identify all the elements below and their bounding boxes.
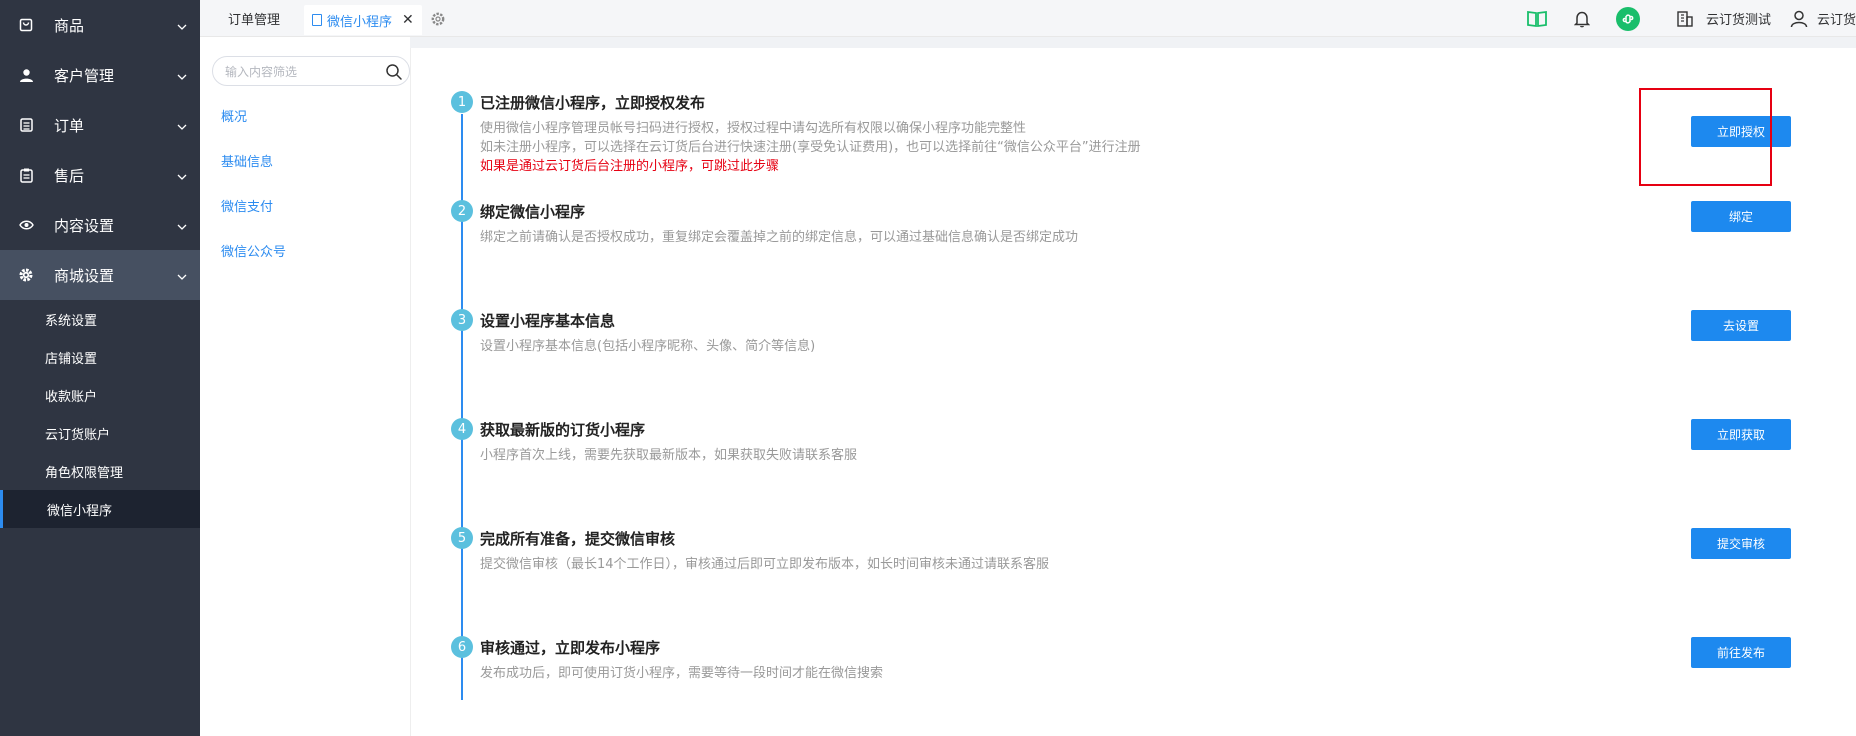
menu-item-mall-settings[interactable]: 商城设置	[0, 250, 200, 300]
gear-icon	[430, 11, 446, 27]
menu-item-customers[interactable]: 客户管理	[0, 50, 200, 100]
step-title: 绑定微信小程序	[480, 203, 586, 221]
step-description: 使用微信小程序管理员帐号扫码进行授权，授权过程中请勾选所有权限以确保小程序功能完…	[480, 121, 1027, 136]
menu-label: 售后	[54, 166, 85, 185]
document-icon	[312, 14, 322, 26]
gear-icon	[18, 267, 34, 283]
menu-label: 客户管理	[54, 66, 115, 85]
tab-order-management[interactable]: 订单管理	[228, 0, 280, 37]
submenu-role-permissions[interactable]: 角色权限管理	[0, 452, 200, 490]
step-title: 审核通过，立即发布小程序	[480, 639, 661, 657]
chevron-down-icon	[176, 219, 188, 231]
bell-icon[interactable]	[1573, 10, 1590, 28]
close-icon[interactable]: ✕	[402, 12, 414, 28]
step-description: 如未注册小程序，可以选择在云订货后台进行快速注册(享受免认证费用)，也可以选择前…	[480, 140, 1141, 155]
submenu-wechat-miniprogram[interactable]: 微信小程序	[0, 490, 200, 528]
tab-wechat-miniprogram[interactable]: 微信小程序 ✕	[304, 5, 422, 35]
subnav-basic-info[interactable]: 基础信息	[221, 151, 273, 170]
setup-button[interactable]: 去设置	[1691, 310, 1791, 341]
step-description: 提交微信审核（最长14个工作日），审核通过后即可立即发布版本，如长时间审核未通过…	[480, 557, 1050, 572]
top-right-toolbar: 云订货测试 云订货	[1526, 0, 1856, 37]
menu-label: 内容设置	[54, 216, 115, 235]
user-icon	[18, 67, 34, 83]
search-box	[212, 56, 410, 86]
menu-label: 订单	[54, 116, 85, 135]
step-number: 4	[451, 418, 473, 440]
user-icon[interactable]	[1789, 9, 1809, 29]
step-description: 发布成功后，即可使用订货小程序，需要等待一段时间才能在微信搜索	[480, 666, 884, 681]
secondary-nav: 概况 基础信息 微信支付 微信公众号	[200, 37, 410, 736]
miniprogram-icon[interactable]	[1615, 6, 1640, 31]
user-name[interactable]: 云订货	[1817, 9, 1856, 28]
top-bar: 订单管理 微信小程序 ✕ 云订货测试 云订货	[200, 0, 1856, 37]
step-warning: 如果是通过云订货后台注册的小程序，可跳过此步骤	[480, 159, 780, 174]
step-title: 获取最新版的订货小程序	[480, 421, 646, 439]
book-icon[interactable]	[1526, 9, 1548, 29]
menu-item-aftersales[interactable]: 售后	[0, 150, 200, 200]
step-title: 设置小程序基本信息	[480, 312, 616, 330]
highlight-box	[1639, 88, 1772, 186]
chevron-down-icon	[176, 119, 188, 131]
chevron-down-icon	[176, 69, 188, 81]
step-number: 6	[451, 636, 473, 658]
fetch-button[interactable]: 立即获取	[1691, 419, 1791, 450]
step-number: 1	[451, 91, 473, 113]
building-icon	[1676, 10, 1694, 28]
subnav-wechat-official[interactable]: 微信公众号	[221, 241, 286, 260]
tab-label: 微信小程序	[327, 14, 393, 30]
submenu-store-settings[interactable]: 店铺设置	[0, 338, 200, 376]
search-icon[interactable]	[385, 63, 403, 81]
step-description: 小程序首次上线，需要先获取最新版本，如果获取失败请联系客服	[480, 448, 858, 463]
main-content: 1 已注册微信小程序，立即授权发布 使用微信小程序管理员帐号扫码进行授权，授权过…	[410, 48, 1856, 736]
submenu-system-settings[interactable]: 系统设置	[0, 300, 200, 338]
step-description: 设置小程序基本信息(包括小程序昵称、头像、简介等信息)	[480, 339, 816, 354]
step-number: 5	[451, 527, 473, 549]
order-icon	[18, 117, 34, 133]
bag-icon	[18, 17, 34, 33]
account-name[interactable]: 云订货测试	[1706, 9, 1771, 28]
subnav-overview[interactable]: 概况	[221, 106, 247, 125]
menu-item-goods[interactable]: 商品	[0, 0, 200, 50]
step-description: 绑定之前请确认是否授权成功，重复绑定会覆盖掉之前的绑定信息，可以通过基础信息确认…	[480, 230, 1079, 245]
main-sidebar: 商品 客户管理 订单 售后 内容设置 商城设置 系统设置 店铺设置 收款账户 云…	[0, 0, 200, 736]
search-input[interactable]	[225, 63, 375, 81]
chevron-down-icon	[176, 169, 188, 181]
tab-settings-gear[interactable]	[430, 0, 446, 37]
subnav-wechat-pay[interactable]: 微信支付	[221, 196, 273, 215]
chevron-down-icon	[176, 19, 188, 31]
publish-button[interactable]: 前往发布	[1691, 637, 1791, 668]
step-title: 完成所有准备，提交微信审核	[480, 530, 676, 548]
eye-icon	[18, 217, 34, 233]
submit-review-button[interactable]: 提交审核	[1691, 528, 1791, 559]
menu-label: 商城设置	[54, 266, 115, 285]
menu-item-content[interactable]: 内容设置	[0, 200, 200, 250]
chevron-up-icon	[176, 269, 188, 281]
menu-label: 商品	[54, 16, 85, 35]
tab-label: 订单管理	[228, 13, 281, 28]
clipboard-icon	[18, 167, 34, 183]
submenu-cloud-account[interactable]: 云订货账户	[0, 414, 200, 452]
step-number: 2	[451, 200, 473, 222]
bind-button[interactable]: 绑定	[1691, 201, 1791, 232]
menu-item-orders[interactable]: 订单	[0, 100, 200, 150]
step-title: 已注册微信小程序，立即授权发布	[480, 94, 706, 112]
step-number: 3	[451, 309, 473, 331]
submenu-payment-account[interactable]: 收款账户	[0, 376, 200, 414]
